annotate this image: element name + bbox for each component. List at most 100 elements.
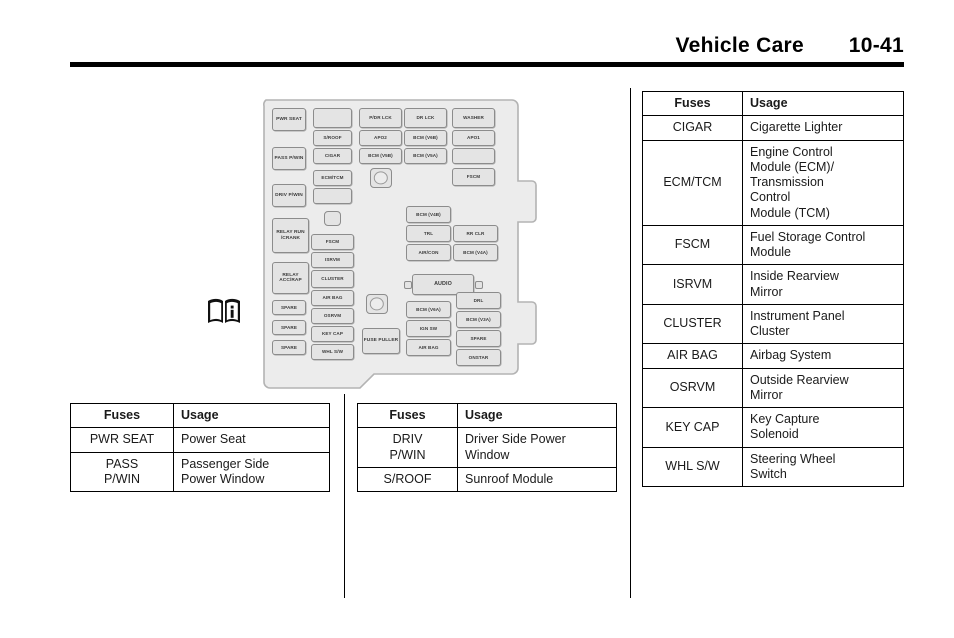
fuse-ecm-tcm[interactable]: ECM/TCM bbox=[313, 170, 352, 186]
fuse-air-bag-r[interactable]: AIR BAG bbox=[406, 339, 451, 356]
table: Fuses Usage PWR SEAT Power Seat PASS P/WI… bbox=[70, 402, 330, 492]
fuse-apo1[interactable]: APO1 bbox=[452, 130, 495, 146]
column-header-fuses: Fuses bbox=[357, 402, 458, 429]
audio-left-tab bbox=[404, 281, 412, 289]
column-header-usage: Usage bbox=[742, 90, 904, 117]
fuse-isrvm[interactable]: ISRVM bbox=[311, 252, 354, 268]
fuse-bcm-v6b[interactable]: BCM (V6B) bbox=[404, 130, 447, 146]
cell-usage: Fuel Storage Control Module bbox=[742, 224, 904, 266]
fuse-blank-right-top[interactable] bbox=[452, 148, 495, 164]
fuse-spare-left-3[interactable]: SPARE bbox=[272, 340, 306, 355]
cell-usage: Outside Rearview Mirror bbox=[742, 367, 904, 408]
cell-fuse: ISRVM bbox=[642, 264, 743, 305]
fuse-spare-right[interactable]: SPARE bbox=[456, 330, 501, 347]
page-number: 10-41 bbox=[848, 34, 904, 57]
fuse-cluster[interactable]: CLUSTER bbox=[311, 270, 354, 288]
column-header-usage: Usage bbox=[457, 402, 617, 429]
fuse-block-figure: PWR SEAT PASS P/WIN DRIV P/WIN RELAY RUN… bbox=[70, 88, 630, 394]
table-row: AIR BAG Airbag System bbox=[642, 343, 904, 369]
cell-fuse: CIGAR bbox=[642, 115, 743, 141]
table-row: OSRVM Outside Rearview Mirror bbox=[642, 367, 904, 408]
fuse-bcm-v5a[interactable]: BCM (V5A) bbox=[404, 148, 447, 164]
cell-fuse: PASS P/WIN bbox=[70, 451, 174, 492]
cell-usage: Passenger Side Power Window bbox=[173, 451, 330, 492]
open-book-icon bbox=[206, 296, 242, 326]
fuse-air-con[interactable]: AIR/CON bbox=[406, 244, 451, 261]
table-row: ECM/TCM Engine Control Module (ECM)/ Tran… bbox=[642, 139, 904, 226]
fuse-rr-clr[interactable]: RR CLR bbox=[453, 225, 498, 242]
fuse-relay-acc-rap[interactable]: RELAY ACC/RAP bbox=[272, 262, 309, 294]
connector-square-col2 bbox=[324, 211, 341, 226]
cell-usage: Instrument Panel Cluster bbox=[742, 303, 904, 345]
fuse-drl[interactable]: DRL bbox=[456, 292, 501, 309]
fuse-fscm-middle[interactable]: FSCM bbox=[311, 234, 354, 250]
cell-usage: Sunroof Module bbox=[457, 466, 617, 493]
cell-fuse: AIR BAG bbox=[642, 343, 743, 369]
fuse-pass-pwin[interactable]: PASS P/WIN bbox=[272, 147, 306, 170]
audio-right-tab bbox=[475, 281, 483, 289]
fuse-cigar[interactable]: CIGAR bbox=[313, 148, 352, 164]
cell-usage: Airbag System bbox=[742, 343, 904, 369]
cell-usage: Driver Side Power Window bbox=[457, 427, 617, 468]
table-row: DRIV P/WIN Driver Side Power Window bbox=[357, 427, 617, 468]
fuse-blank-col2-top[interactable] bbox=[313, 108, 352, 128]
cell-fuse: DRIV P/WIN bbox=[357, 427, 458, 468]
table: Fuses Usage CIGAR Cigarette Lighter ECM/T… bbox=[642, 90, 904, 487]
fuse-bcm-v3a[interactable]: BCM (V3A) bbox=[456, 311, 501, 328]
table-row: PWR SEAT Power Seat bbox=[70, 427, 330, 453]
cell-usage: Cigarette Lighter bbox=[742, 115, 904, 141]
cell-fuse: PWR SEAT bbox=[70, 427, 174, 453]
table-row: CLUSTER Instrument Panel Cluster bbox=[642, 303, 904, 345]
fuse-bcm-v4b[interactable]: BCM (V4B) bbox=[406, 206, 451, 223]
fuse-usage-table-bottom-middle: Fuses Usage DRIV P/WIN Driver Side Power … bbox=[357, 402, 617, 493]
fuse-relay-run-crank[interactable]: RELAY RUN /CRANK bbox=[272, 218, 309, 253]
fuse-sroof[interactable]: S/ROOF bbox=[313, 130, 352, 146]
fuse-whl-sw[interactable]: WHL S/W bbox=[311, 344, 354, 360]
header-rule bbox=[70, 62, 904, 67]
cell-usage: Power Seat bbox=[173, 427, 330, 453]
table-row: ISRVM Inside Rearview Mirror bbox=[642, 264, 904, 305]
fuse-osrvm[interactable]: OSRVM bbox=[311, 308, 354, 324]
cell-fuse: OSRVM bbox=[642, 367, 743, 408]
fuse-bcm-v4a[interactable]: BCM (V4A) bbox=[453, 244, 498, 261]
fuse-washer[interactable]: WASHER bbox=[452, 108, 495, 128]
fuse-dr-lck[interactable]: DR LCK bbox=[404, 108, 447, 128]
column-header-fuses: Fuses bbox=[70, 402, 174, 429]
cell-fuse: WHL S/W bbox=[642, 446, 743, 487]
fuse-driv-pwin[interactable]: DRIV P/WIN bbox=[272, 184, 306, 207]
fuse-usage-table-bottom-left: Fuses Usage PWR SEAT Power Seat PASS P/WI… bbox=[70, 402, 330, 492]
cell-usage: Key Capture Solenoid bbox=[742, 407, 904, 448]
fuse-spare-left-1[interactable]: SPARE bbox=[272, 300, 306, 315]
fuse-block-body: PWR SEAT PASS P/WIN DRIV P/WIN RELAY RUN… bbox=[256, 96, 582, 393]
fuse-usage-table-right: Fuses Usage CIGAR Cigarette Lighter ECM/T… bbox=[642, 90, 904, 487]
fuse-blank-col2-bot[interactable] bbox=[313, 188, 352, 204]
fuse-ign-sw[interactable]: IGN SW bbox=[406, 320, 451, 337]
fuse-pwr-seat[interactable]: PWR SEAT bbox=[272, 108, 306, 131]
column-separator-right bbox=[630, 88, 632, 598]
table-header-row: Fuses Usage bbox=[642, 90, 904, 117]
fuse-bcm-v6a[interactable]: BCM (V6A) bbox=[406, 301, 451, 318]
table: Fuses Usage DRIV P/WIN Driver Side Power … bbox=[357, 402, 617, 493]
fuse-apo2[interactable]: APO2 bbox=[359, 130, 402, 146]
column-header-usage: Usage bbox=[173, 402, 330, 429]
column-header-fuses: Fuses bbox=[642, 90, 743, 117]
fuse-spare-left-2[interactable]: SPARE bbox=[272, 320, 306, 335]
cell-fuse: KEY CAP bbox=[642, 407, 743, 448]
fuse-key-cap[interactable]: KEY CAP bbox=[311, 326, 354, 342]
fuse-air-bag-mid[interactable]: AIR BAG bbox=[311, 290, 354, 306]
cell-usage: Inside Rearview Mirror bbox=[742, 264, 904, 305]
fuse-onstar[interactable]: ONSTAR bbox=[456, 349, 501, 366]
fuse-fscm-right[interactable]: FSCM bbox=[452, 168, 495, 186]
table-row: FSCM Fuel Storage Control Module bbox=[642, 224, 904, 266]
table-row: CIGAR Cigarette Lighter bbox=[642, 115, 904, 141]
cell-usage: Engine Control Module (ECM)/ Transmissio… bbox=[742, 139, 904, 226]
table-row: PASS P/WIN Passenger Side Power Window bbox=[70, 451, 330, 492]
fuse-puller[interactable]: FUSE PULLER bbox=[362, 328, 400, 354]
cell-fuse: ECM/TCM bbox=[642, 139, 743, 226]
column-separator-left bbox=[344, 392, 346, 598]
cell-fuse: CLUSTER bbox=[642, 303, 743, 345]
round-connector-top bbox=[370, 168, 392, 188]
fuse-trl[interactable]: TRL bbox=[406, 225, 451, 242]
fuse-bcm-v5b[interactable]: BCM (V5B) bbox=[359, 148, 402, 164]
fuse-pdr-lck[interactable]: P/DR LCK bbox=[359, 108, 402, 128]
